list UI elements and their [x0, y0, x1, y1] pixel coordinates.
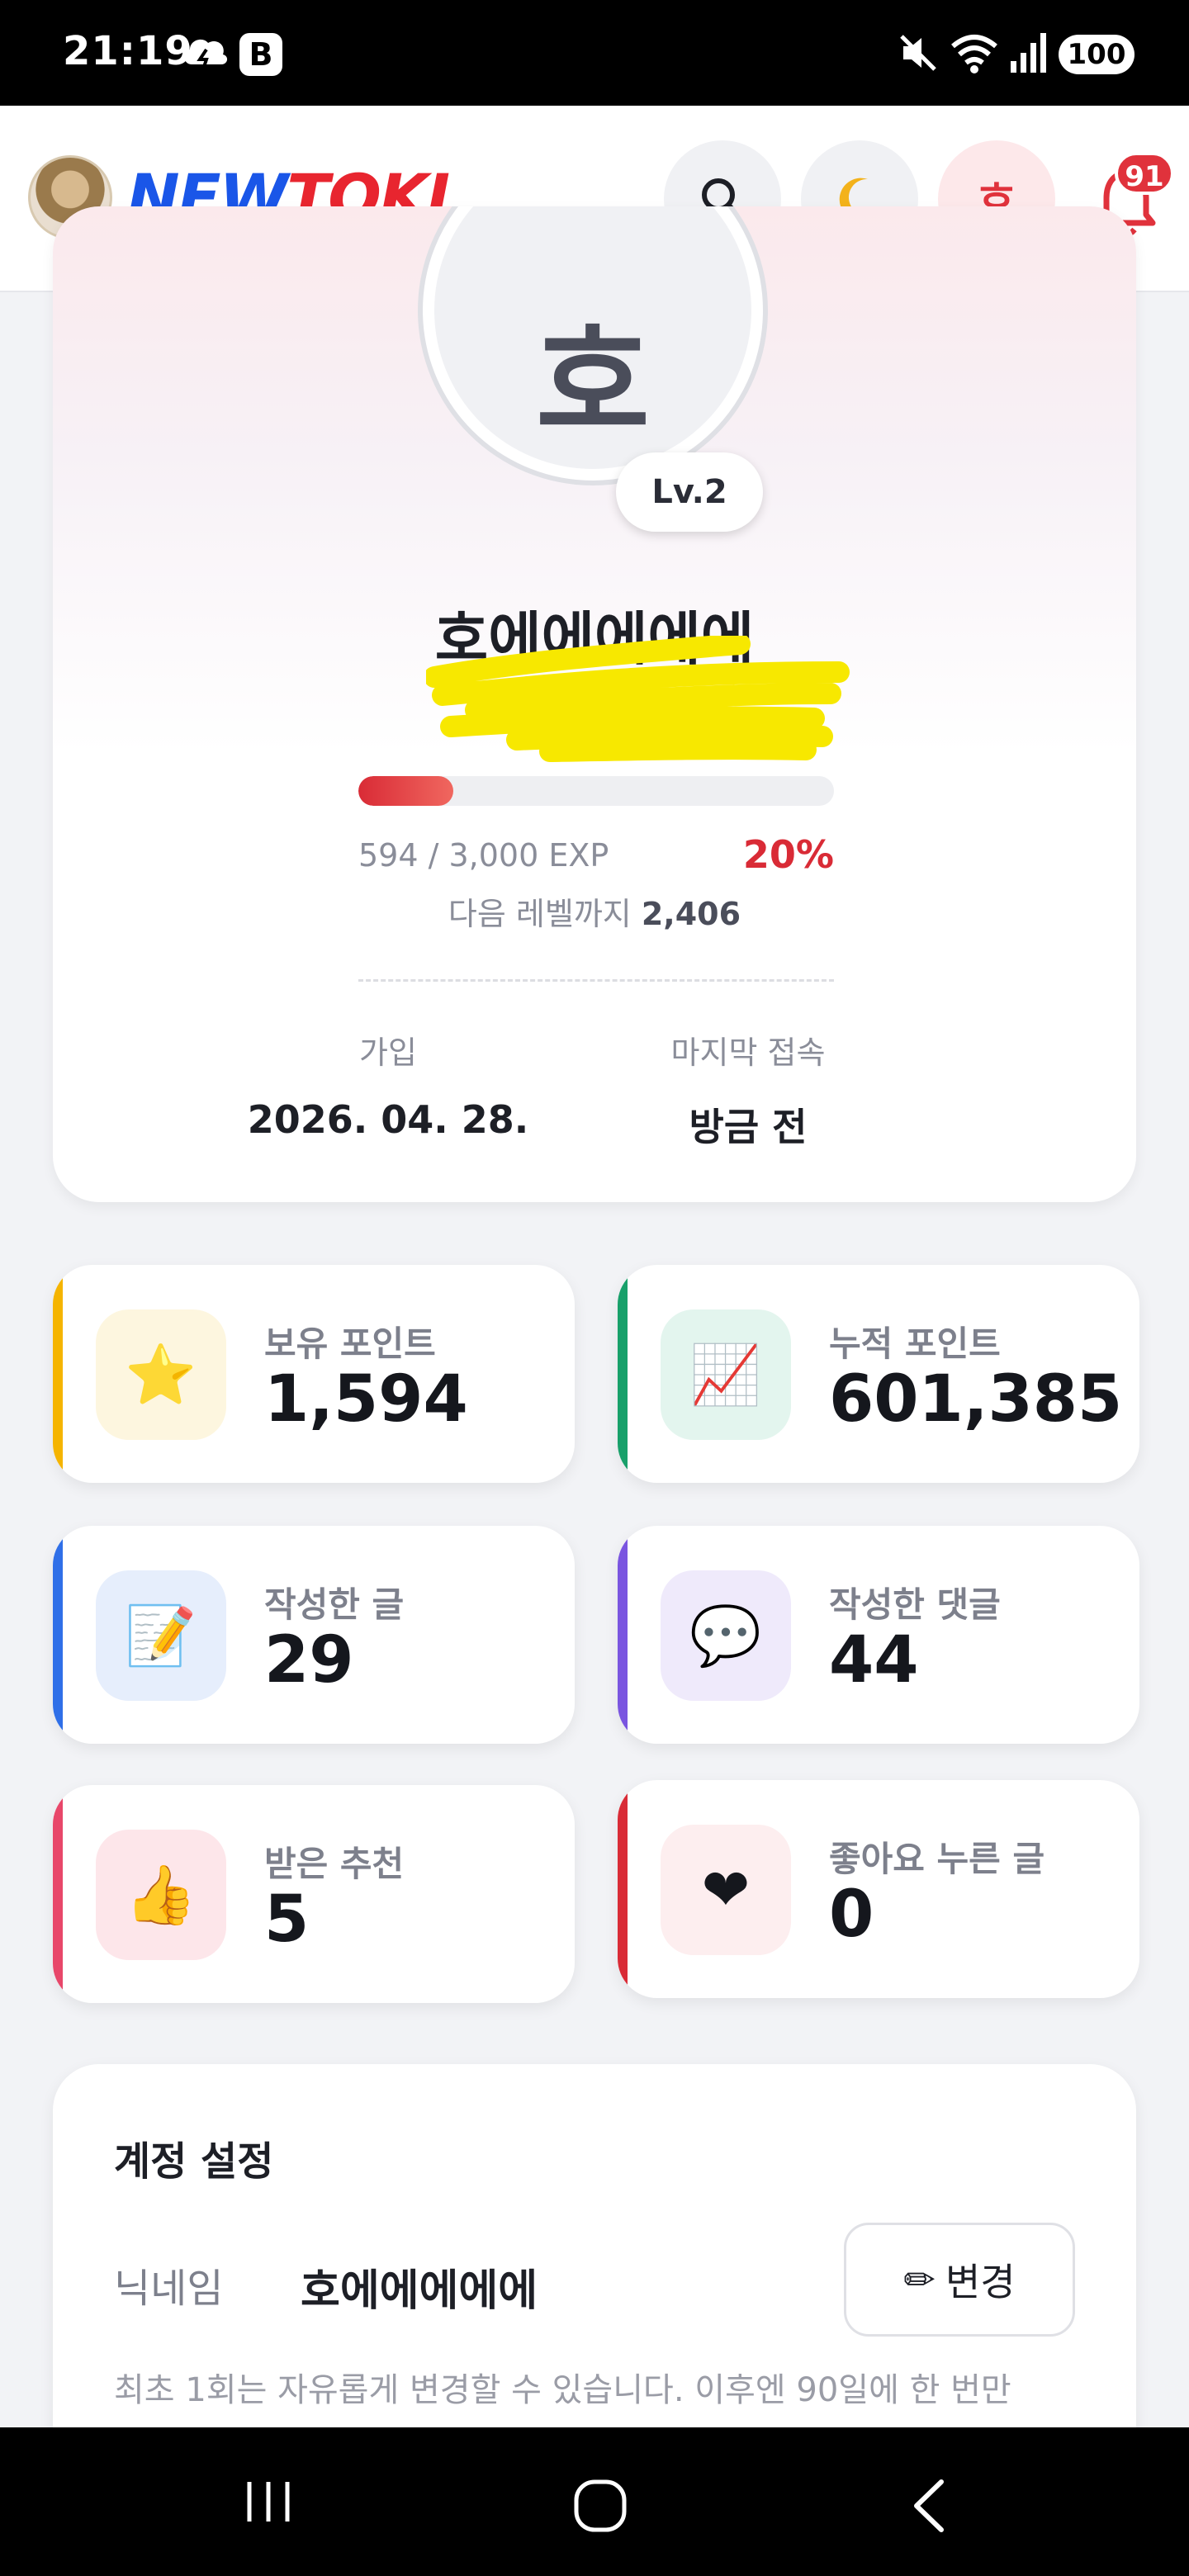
system-nav-bar [0, 2427, 1189, 2576]
profile-avatar: 호 [423, 206, 763, 481]
exp-progress-bar [358, 776, 834, 806]
stat-label: 작성한 댓글 [829, 1584, 1001, 1625]
speech-bubble-icon: 💬 [689, 1601, 762, 1669]
last-login-value: 방금 전 [689, 1105, 808, 1149]
last-login-label: 마지막 접속 [670, 1035, 826, 1071]
change-button-label: 변경 [945, 2260, 1016, 2304]
stat-label: 받은 추천 [264, 1844, 405, 1884]
stat-label: 보유 포인트 [264, 1324, 436, 1364]
stat-label: 누적 포인트 [829, 1324, 1001, 1364]
avatar-initial: 호 [535, 311, 650, 456]
card-accent [618, 1526, 628, 1744]
cloud-bolt-icon [184, 39, 228, 70]
stat-value: 5 [264, 1882, 310, 1957]
redaction-scribble [426, 636, 850, 762]
exp-progress-fill [358, 776, 454, 806]
stat-card-points[interactable]: ⭐ 보유 포인트 1,594 [53, 1265, 575, 1483]
wifi-icon [951, 35, 997, 73]
card-icon-box: 👍 [96, 1830, 226, 1960]
card-icon-box: ⭐ [96, 1309, 226, 1440]
next-level-value: 2,406 [641, 896, 741, 932]
stat-value: 0 [829, 1878, 874, 1952]
home-icon[interactable] [571, 2477, 629, 2535]
card-icon-box: 💬 [661, 1570, 791, 1701]
stat-card-total-points[interactable]: 📈 누적 포인트 601,385 [618, 1265, 1139, 1483]
level-badge: Lv.2 [616, 452, 763, 532]
stat-card-comments[interactable]: 💬 작성한 댓글 44 [618, 1526, 1139, 1744]
stat-value: 44 [829, 1623, 919, 1698]
stat-value: 29 [264, 1623, 354, 1698]
card-icon-box: 📝 [96, 1570, 226, 1701]
status-time: 21:19 [63, 28, 193, 74]
profile-divider [358, 979, 834, 982]
b-app-icon: B [239, 33, 282, 76]
account-settings-title: 계정 설정 [114, 2138, 274, 2185]
back-icon[interactable] [908, 2477, 950, 2535]
card-accent [53, 1785, 63, 2003]
card-accent [618, 1265, 628, 1483]
card-accent [618, 1780, 628, 1998]
heart-icon: ❤ [701, 1856, 751, 1924]
chart-up-icon: 📈 [689, 1340, 762, 1409]
card-icon-box: 📈 [661, 1309, 791, 1440]
exp-percent: 20% [742, 832, 834, 877]
stat-value: 601,385 [829, 1362, 1123, 1437]
battery-indicator: 100 [1059, 35, 1135, 74]
nickname-label: 닉네임 [114, 2266, 224, 2312]
card-icon-box: ❤ [661, 1825, 791, 1955]
pencil-icon: ✏ [903, 2257, 936, 2302]
star-icon: ⭐ [125, 1340, 197, 1409]
exp-text: 594 / 3,000 EXP [358, 837, 609, 874]
join-date-block: 가입 2026. 04. 28. [239, 1027, 537, 1142]
card-accent [53, 1265, 63, 1483]
stat-label: 작성한 글 [264, 1584, 405, 1625]
thumbs-up-icon: 👍 [125, 1860, 197, 1929]
notification-badge: 91 [1115, 152, 1174, 195]
nickname-value: 호에에에에에 [301, 2266, 538, 2316]
status-bar: 21:19 B 100 [0, 0, 1189, 106]
next-level-label: 다음 레벨까지 [448, 896, 632, 932]
recent-apps-icon[interactable] [239, 2477, 297, 2526]
card-accent [53, 1526, 63, 1744]
change-nickname-button[interactable]: ✏ 변경 [844, 2223, 1075, 2337]
stat-card-likes[interactable]: ❤ 좋아요 누른 글 0 [618, 1780, 1139, 1998]
mute-icon [900, 35, 936, 71]
stat-card-recommends[interactable]: 👍 받은 추천 5 [53, 1785, 575, 2003]
nickname-note: 최초 1회는 자유롭게 변경할 수 있습니다. 이후엔 90일에 한 번만 [114, 2371, 1011, 2409]
stat-label: 좋아요 누른 글 [829, 1839, 1045, 1879]
next-level-text: 다음 레벨까지 2,406 [53, 888, 1136, 934]
last-login-block: 마지막 접속 방금 전 [599, 1027, 897, 1152]
signal-icon [1011, 33, 1046, 73]
join-label: 가입 [359, 1035, 417, 1071]
profile-card: 호 Lv.2 호에에에에에 594 / 3,000 EXP 20% 다음 레벨까… [53, 206, 1136, 1202]
join-date: 2026. 04. 28. [247, 1097, 529, 1142]
memo-icon: 📝 [125, 1601, 197, 1669]
stat-card-posts[interactable]: 📝 작성한 글 29 [53, 1526, 575, 1744]
stat-value: 1,594 [264, 1362, 468, 1437]
